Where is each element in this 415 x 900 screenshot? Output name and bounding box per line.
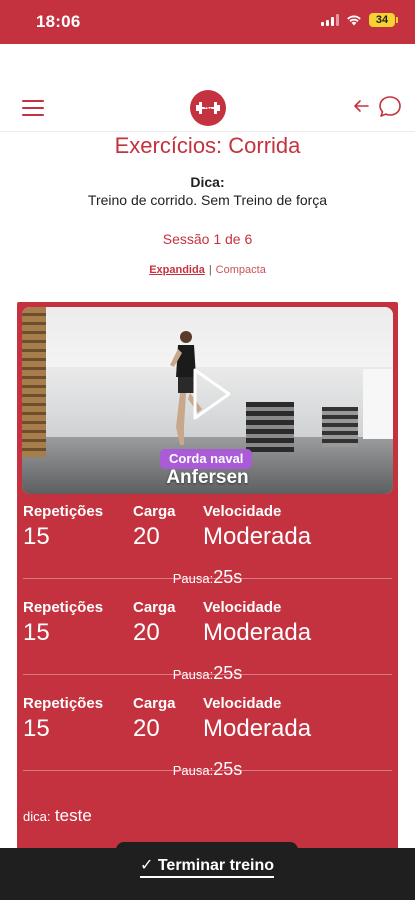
finish-workout-button[interactable]: ✓ Terminar treino: [116, 842, 298, 890]
load-label: Carga: [133, 695, 176, 712]
repetitions-value: 15: [23, 619, 50, 646]
speed-label: Velocidade: [203, 503, 282, 520]
speed-label: Velocidade: [203, 695, 282, 712]
exercise-tip-value: teste: [54, 806, 92, 825]
speed-value: Moderada: [203, 619, 312, 646]
exercise-category-badge: Corda naval: [160, 449, 253, 469]
cellular-signal-icon: [321, 14, 339, 26]
play-icon[interactable]: [192, 367, 232, 421]
hamburger-menu-icon[interactable]: [22, 100, 44, 116]
speed-value: Moderada: [203, 715, 312, 742]
chat-bubble-icon[interactable]: [377, 94, 403, 120]
speed-label: Velocidade: [203, 599, 282, 616]
repetitions-label: Repetições: [23, 599, 104, 616]
load-value: 20: [133, 715, 160, 742]
status-bar: 18:06 34: [0, 0, 415, 44]
app-header: [0, 44, 415, 132]
arrow-left-icon[interactable]: [353, 96, 369, 119]
load-value: 20: [133, 619, 160, 646]
pause-value: 25s: [213, 759, 243, 779]
view-toggle: Expandida | Compacta: [0, 264, 415, 276]
pause-row: Pausa:25s: [17, 663, 398, 684]
session-counter: Sessão 1 de 6: [162, 231, 253, 247]
exercise-name: Anfersen: [166, 467, 249, 488]
status-time: 18:06: [36, 12, 81, 31]
pause-label: Pausa:: [172, 763, 214, 778]
load-label: Carga: [133, 599, 176, 616]
status-icons: 34: [321, 13, 398, 27]
pause-label: Pausa:: [172, 571, 214, 586]
page-title: Exercícios: Corrida: [114, 133, 301, 158]
dumbbell-logo-icon[interactable]: [190, 90, 226, 126]
exercise-card: Corda naval Anfersen Repetições 15 Carga 2…: [17, 302, 398, 862]
load-label: Carga: [133, 503, 176, 520]
repetitions-value: 15: [23, 715, 50, 742]
exercise-video[interactable]: Corda naval Anfersen: [22, 307, 393, 494]
pause-row: Pausa:25s: [17, 759, 398, 780]
battery-icon: 34: [369, 13, 398, 27]
exercise-tip-label: dica:: [23, 809, 51, 824]
repetitions-label: Repetições: [23, 503, 104, 520]
repetitions-label: Repetições: [23, 695, 104, 712]
view-separator: |: [208, 264, 212, 276]
repetitions-value: 15: [23, 523, 50, 550]
view-compact-link[interactable]: Compacta: [216, 264, 266, 276]
workout-screen: 18:06 34 Exercícios: Corrida Dica: Trein…: [0, 0, 415, 900]
pause-value: 25s: [213, 567, 243, 587]
finish-workout-label: ✓ Terminar treino: [139, 855, 275, 878]
exercise-tip: dica: teste: [23, 806, 92, 826]
view-expanded-link[interactable]: Expandida: [149, 264, 205, 276]
pause-label: Pausa:: [172, 667, 214, 682]
load-value: 20: [133, 523, 160, 550]
tip-label: Dica:: [190, 174, 225, 190]
tip-text: Treino de corrido. Sem Treino de força: [87, 192, 328, 208]
wifi-icon: [347, 15, 361, 26]
pause-value: 25s: [213, 663, 243, 683]
pause-row: Pausa:25s: [17, 567, 398, 588]
speed-value: Moderada: [203, 523, 312, 550]
